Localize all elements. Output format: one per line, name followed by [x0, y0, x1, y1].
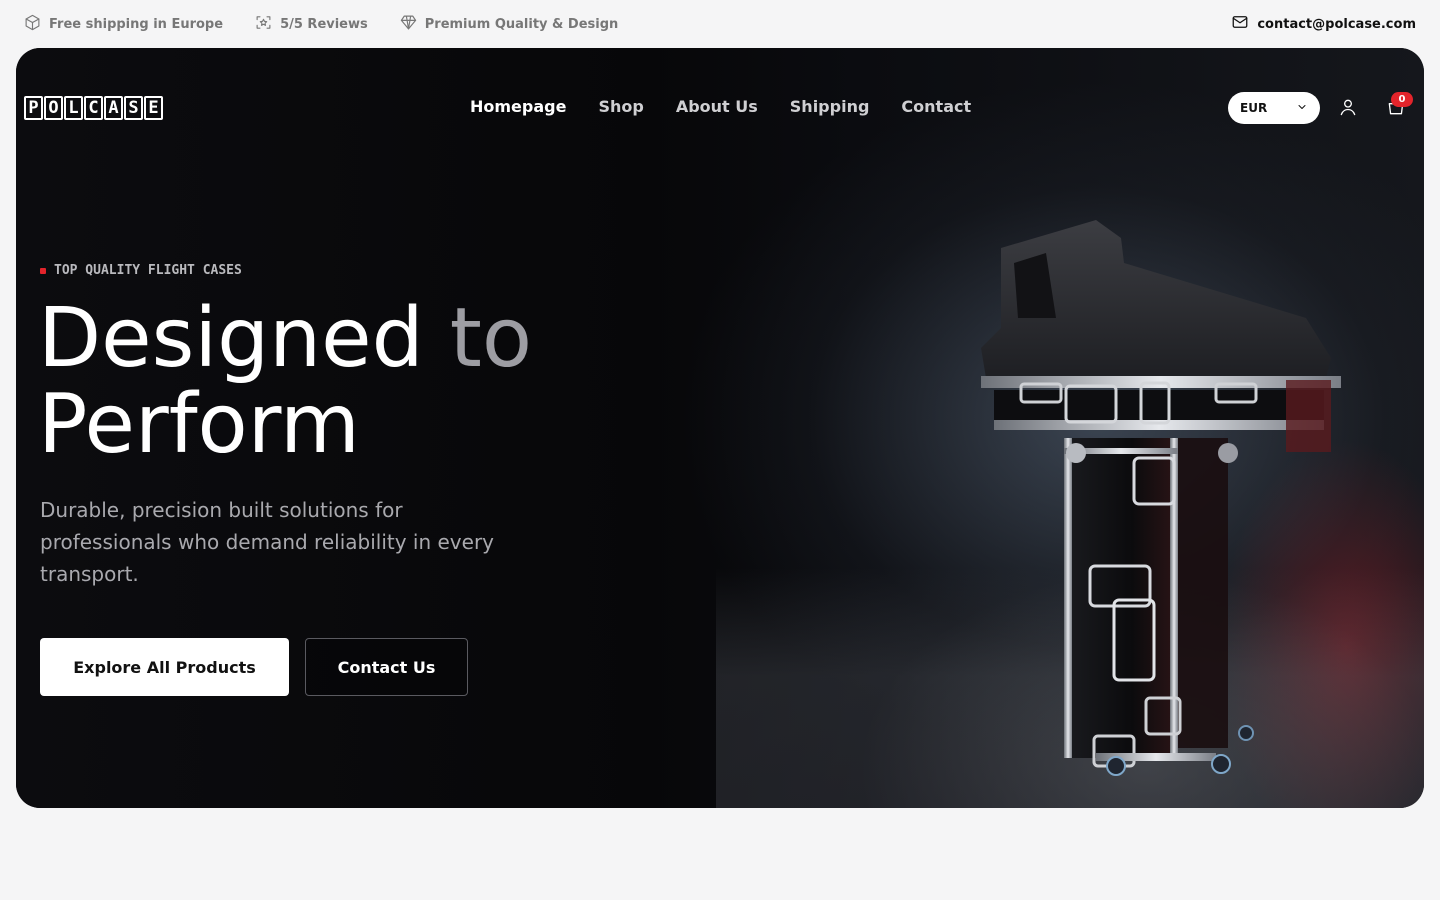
hero-section: P O L C A S E Homepage Shop About Us Shi…	[16, 48, 1424, 808]
currency-select[interactable]: EUR	[1228, 92, 1320, 124]
logo-letter: A	[104, 96, 123, 120]
top-info-bar: Free shipping in Europe 5/5 Reviews Prem…	[0, 0, 1440, 48]
flight-case-image	[981, 220, 1341, 776]
mail-icon	[1231, 13, 1249, 35]
box-icon	[24, 14, 41, 35]
nav-item-shop[interactable]: Shop	[598, 94, 643, 120]
logo-letter: S	[124, 96, 143, 120]
top-info-items: Free shipping in Europe 5/5 Reviews Prem…	[24, 14, 618, 35]
chevron-down-icon	[1296, 101, 1308, 116]
headline-fade: to	[423, 291, 533, 386]
logo-letter: E	[144, 96, 163, 120]
top-item-reviews: 5/5 Reviews	[255, 14, 368, 35]
contact-email-label: contact@polcase.com	[1257, 16, 1416, 32]
headline-line2: Perform	[38, 377, 360, 472]
explore-products-button[interactable]: Explore All Products	[40, 638, 289, 696]
nav-item-contact[interactable]: Contact	[901, 94, 971, 120]
top-item-label: Free shipping in Europe	[49, 16, 224, 32]
hero-subtext: Durable, precision built solutions for p…	[40, 498, 495, 586]
hero-eyebrow-label: TOP QUALITY FLIGHT CASES	[54, 263, 242, 278]
top-item-quality: Premium Quality & Design	[400, 14, 619, 35]
polcase-logo[interactable]: P O L C A S E	[24, 96, 163, 120]
logo-letter: P	[24, 96, 43, 120]
top-item-shipping: Free shipping in Europe	[24, 14, 223, 35]
red-dot-icon	[40, 267, 46, 274]
headline-main: Designed	[38, 291, 424, 386]
contact-us-button[interactable]: Contact Us	[305, 638, 468, 696]
main-navigation: P O L C A S E Homepage Shop About Us Shi…	[16, 48, 1424, 166]
top-item-label: 5/5 Reviews	[280, 16, 368, 32]
nav-item-shipping[interactable]: Shipping	[790, 94, 870, 120]
diamond-icon	[400, 14, 417, 35]
account-button[interactable]	[1338, 97, 1358, 117]
top-item-label: Premium Quality & Design	[424, 16, 619, 32]
user-icon	[1338, 99, 1358, 121]
nav-item-homepage[interactable]: Homepage	[470, 94, 566, 120]
contact-email-link[interactable]: contact@polcase.com	[1231, 13, 1416, 35]
hero-eyebrow: TOP QUALITY FLIGHT CASES	[40, 263, 242, 278]
logo-letter: C	[84, 96, 103, 120]
star-frame-icon	[255, 14, 272, 35]
currency-value: EUR	[1240, 101, 1268, 115]
logo-letter: L	[64, 96, 83, 120]
hero-headline: Designed to Perform	[38, 296, 678, 468]
cart-count-badge: 0	[1391, 92, 1413, 107]
nav-item-about-us[interactable]: About Us	[676, 94, 758, 120]
logo-letter: O	[44, 96, 63, 120]
nav-menu: Homepage Shop About Us Shipping Contact	[470, 94, 971, 120]
